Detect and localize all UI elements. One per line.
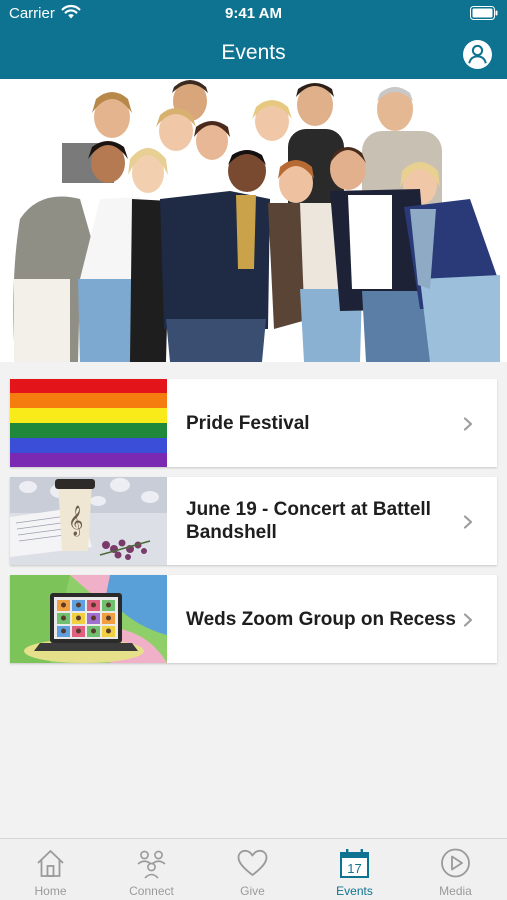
chevron-right-icon <box>463 417 473 431</box>
tab-media[interactable]: Media <box>405 839 506 900</box>
tab-home[interactable]: Home <box>0 839 101 900</box>
event-image-coffee-cup-and-sheet-music: 𝄞 <box>10 477 167 565</box>
tab-bar: Home Connect Give 17 Events Media <box>0 838 507 900</box>
battery-icon <box>470 6 498 20</box>
play-icon <box>441 848 470 878</box>
event-title: June 19 - Concert at Battell Bandshell <box>186 499 431 543</box>
calendar-icon: 17 <box>340 849 369 878</box>
tab-events[interactable]: 17 Events <box>304 839 405 900</box>
profile-icon[interactable] <box>463 40 492 69</box>
app-header: Carrier 9:41 AM Events <box>0 0 507 79</box>
event-title: Pride Festival <box>186 412 310 434</box>
page-title: Events <box>221 41 286 64</box>
tab-label: Media <box>439 884 472 898</box>
event-title: Weds Zoom Group on Recess <box>186 608 456 630</box>
tab-label: Connect <box>129 884 174 898</box>
status-time: 9:41 AM <box>225 5 282 22</box>
tab-give[interactable]: Give <box>202 839 303 900</box>
heart-icon <box>237 849 268 876</box>
tab-label: Give <box>240 884 265 898</box>
house-icon <box>37 850 64 877</box>
tab-connect[interactable]: Connect <box>101 839 202 900</box>
svg-text:𝄞: 𝄞 <box>68 505 83 537</box>
tab-label: Home <box>34 884 67 898</box>
people-icon <box>137 850 166 879</box>
event-image-rainbow-flag <box>10 379 167 467</box>
chevron-right-icon <box>463 515 473 529</box>
calendar-badge: 17 <box>347 861 361 876</box>
status-bar: Carrier 9:41 AM <box>0 0 507 28</box>
event-card-pride-festival[interactable]: Pride Festival <box>10 379 497 467</box>
event-card-zoom-group[interactable]: Weds Zoom Group on Recess <box>10 575 497 663</box>
events-list: Pride Festival 𝄞 June 19 - Concert at Ba… <box>10 379 497 673</box>
chevron-right-icon <box>463 613 473 627</box>
event-image-laptop-video-call <box>10 575 167 663</box>
tab-label: Events <box>336 884 373 898</box>
hero-group-photo <box>0 79 507 362</box>
event-card-concert[interactable]: 𝄞 June 19 - Concert at Battell Bandshell <box>10 477 497 565</box>
